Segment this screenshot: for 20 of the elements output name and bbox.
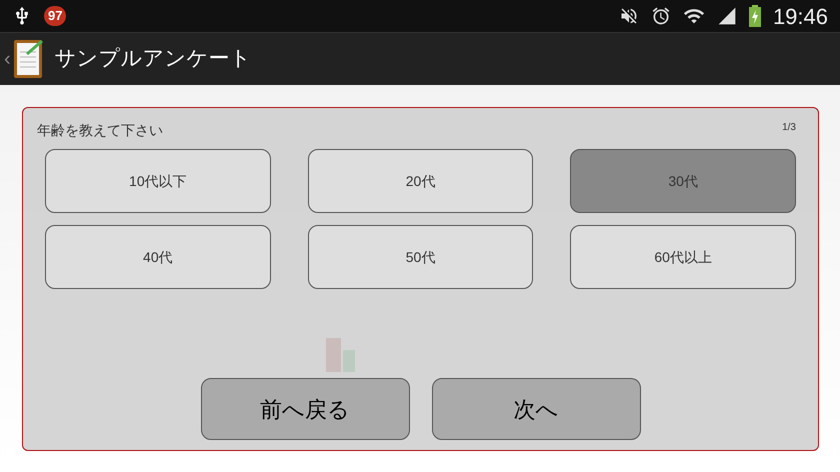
answer-option[interactable]: 40代 [45, 225, 271, 289]
nav-button[interactable]: 前へ戻る [200, 378, 410, 440]
alarm-icon [650, 6, 671, 26]
app-title: サンプルアンケート [54, 46, 252, 72]
nav-button[interactable]: 次へ [432, 378, 640, 440]
up-button[interactable]: ‹ [0, 33, 51, 85]
answer-option[interactable]: 20代 [308, 149, 534, 213]
logo-bars-drawing [326, 338, 356, 372]
clock-time: 19:46 [772, 2, 828, 30]
mute-icon [618, 6, 639, 26]
clipboard-icon [12, 38, 43, 80]
notification-count-badge: 97 [44, 6, 66, 26]
answer-option[interactable]: 10代以下 [45, 149, 271, 213]
answer-option[interactable]: 50代 [308, 225, 534, 289]
answer-option[interactable]: 30代 [570, 149, 796, 213]
answer-option[interactable]: 60代以上 [570, 225, 796, 289]
page-indicator: 1/3 [782, 121, 797, 135]
back-caret: ‹ [4, 47, 11, 72]
signal-icon [716, 6, 737, 26]
question-text: 年齢を教えて下さい [37, 121, 163, 140]
